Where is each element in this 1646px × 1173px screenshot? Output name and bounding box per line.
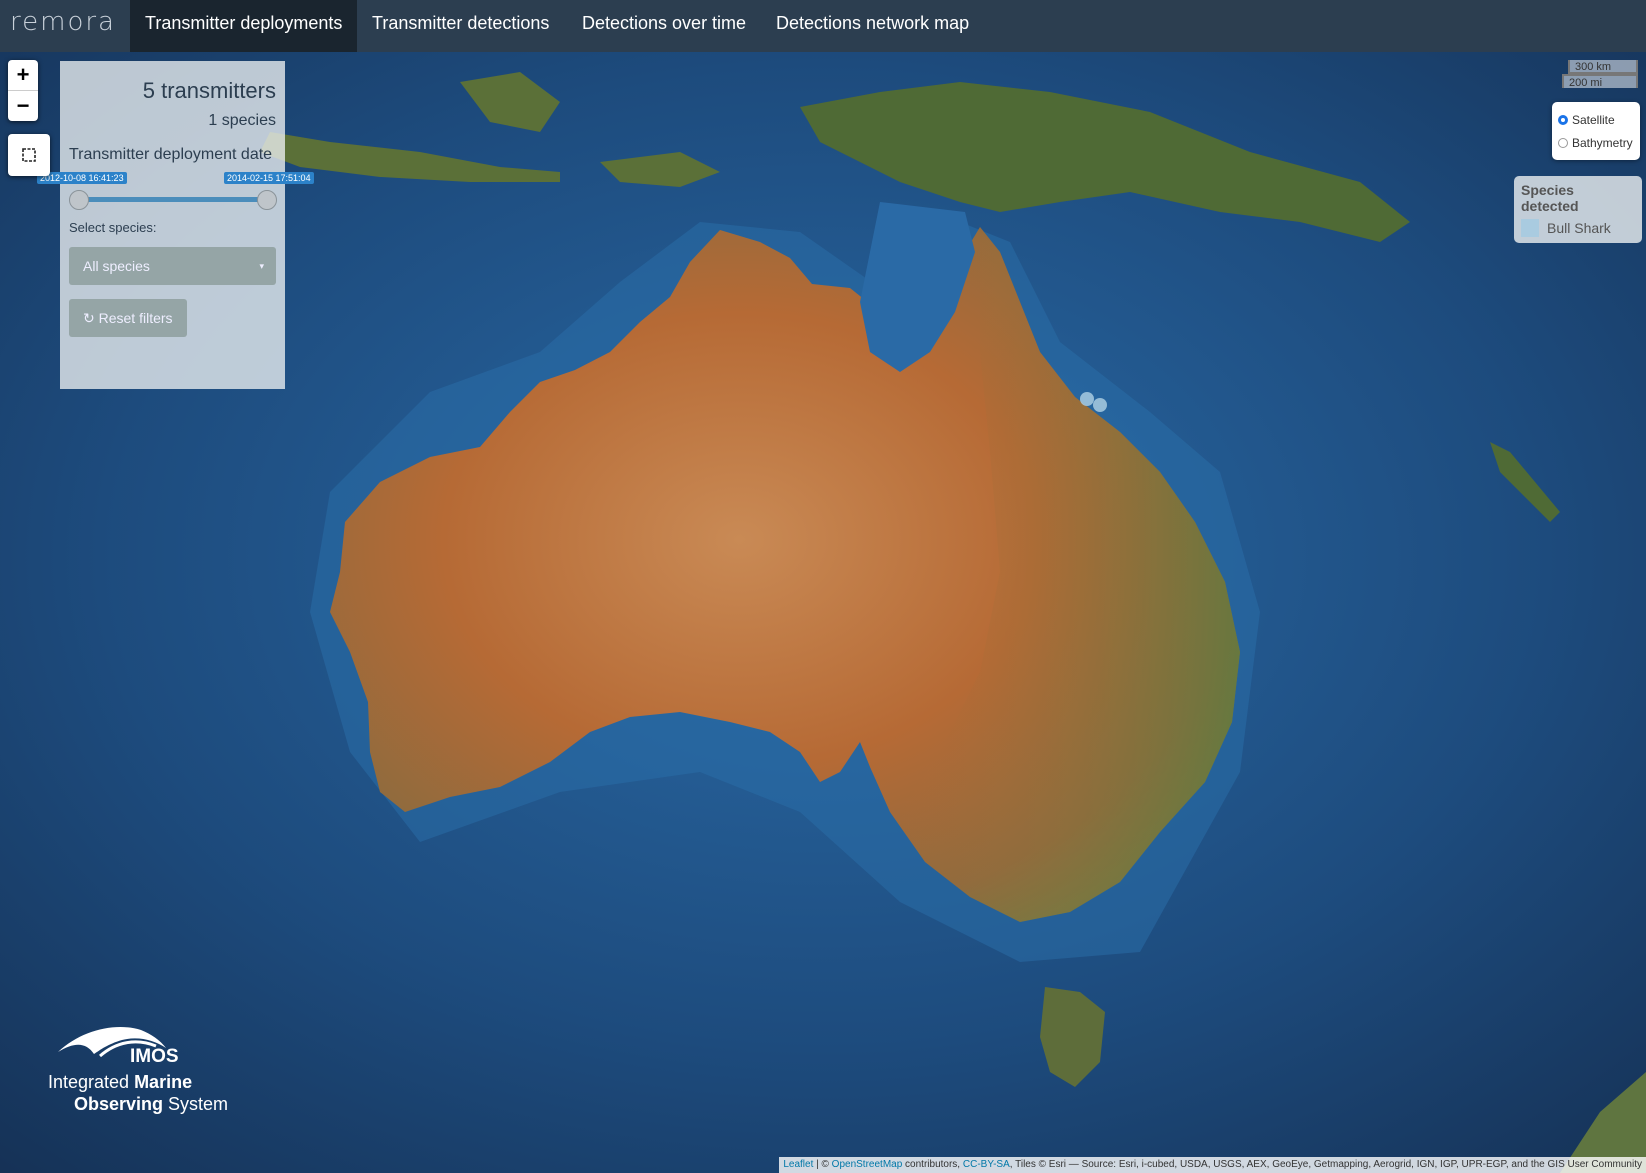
openstreetmap-link[interactable]: OpenStreetMap [832,1159,903,1170]
slider-min-label: 2012-10-08 16:41:23 [37,172,127,184]
date-range-slider[interactable]: 2012-10-08 16:41:23 2014-02-15 17:51:04 [37,170,314,210]
filter-panel: 5 transmitters 1 species Transmitter dep… [37,61,314,389]
detection-marker[interactable] [1080,392,1094,406]
detection-marker[interactable] [1093,398,1107,412]
species-count: 1 species [208,112,276,129]
radio-unselected-icon[interactable] [1558,137,1568,148]
slider-max-handle[interactable] [257,190,277,210]
map-attribution: Leaflet | © OpenStreetMap contributors, … [779,1157,1646,1173]
tab-detections-network-map[interactable]: Detections network map [761,0,984,52]
map-canvas[interactable]: + − 5 transmitters 1 species Transmitter… [0,52,1646,1173]
transmitter-count: 5 transmitters [142,78,276,103]
logo-line-1: Integrated Marine [48,1072,193,1092]
caret-down-icon: ▾ [259,261,264,271]
scale-mi: 200 mi [1562,74,1638,89]
logo-acronym: IMOS [130,1046,179,1067]
zoom-out-button[interactable]: − [8,90,38,121]
layer-label-bathymetry: Bathymetry [1572,135,1633,150]
reset-filters-label: Reset filters [98,310,173,326]
species-select-value: All species [83,258,150,274]
tab-transmitter-detections[interactable]: Transmitter detections [357,0,564,52]
draw-rectangle-button[interactable] [8,134,50,176]
species-legend: Species detected Bull Shark [1514,176,1642,243]
logo-line-2: Observing System [74,1094,229,1114]
top-navbar: remora Transmitter deployments Transmitt… [0,0,1646,52]
legend-title: Species detected [1521,182,1579,214]
slider-selected-range [78,197,267,202]
layer-option-bathymetry[interactable]: Bathymetry [1558,131,1634,154]
reset-filters-button[interactable]: ↻ Reset filters [69,299,187,337]
tab-detections-over-time[interactable]: Detections over time [567,0,761,52]
species-select-label: Select species: [69,220,157,235]
basemap-layer-control: Satellite Bathymetry [1552,102,1640,160]
refresh-icon: ↻ [83,310,95,326]
date-range-label: Transmitter deployment date [69,146,273,163]
zoom-control: + − [8,60,38,121]
legend-swatch [1521,219,1539,237]
legend-item-label: Bull Shark [1547,220,1611,236]
leaflet-link[interactable]: Leaflet [783,1159,813,1170]
zoom-in-button[interactable]: + [8,60,38,90]
radio-selected-icon[interactable] [1558,114,1568,125]
rectangle-select-icon [22,148,36,162]
tab-transmitter-deployments[interactable]: Transmitter deployments [130,0,358,52]
species-select[interactable]: All species ▾ [69,247,276,285]
slider-max-label: 2014-02-15 17:51:04 [224,172,314,184]
map-scale: 300 km 200 mi [1562,60,1638,89]
scale-km: 300 km [1568,60,1638,74]
brand-logo[interactable]: remora [10,7,116,37]
license-link[interactable]: CC-BY-SA [963,1159,1010,1170]
layer-label-satellite: Satellite [1572,112,1615,127]
legend-item: Bull Shark [1521,219,1635,237]
layer-option-satellite[interactable]: Satellite [1558,108,1634,131]
slider-min-handle[interactable] [69,190,89,210]
